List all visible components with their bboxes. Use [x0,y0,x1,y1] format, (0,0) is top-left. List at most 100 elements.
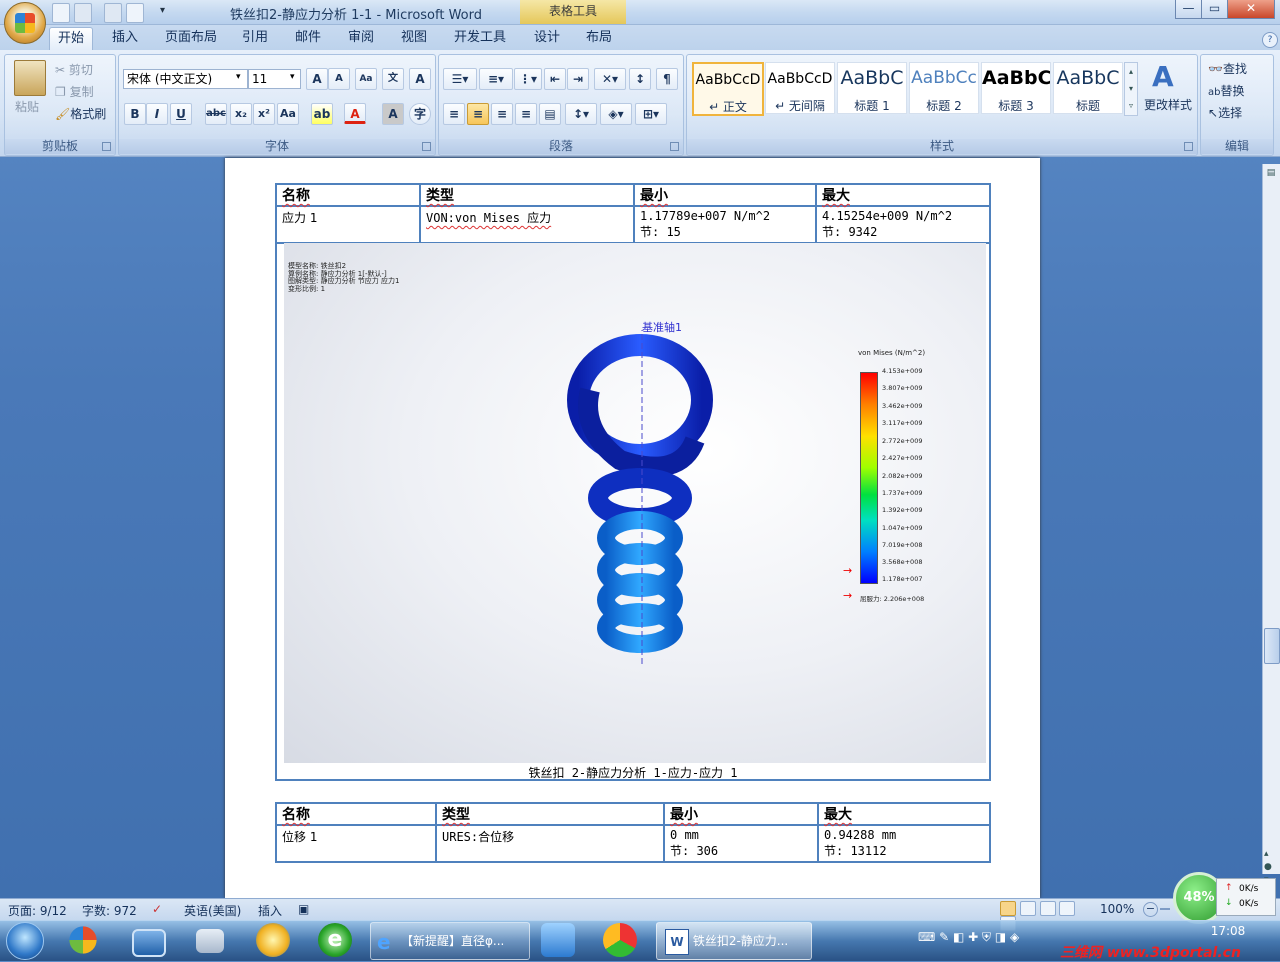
desktop-icon[interactable] [132,929,166,957]
distributed-icon[interactable]: ▤ [539,103,561,125]
table-cell[interactable]: VON:von Mises 应力 [419,205,635,244]
taskbar-browser-task[interactable]: e 【新提醒】直径φ... [370,922,530,960]
find-button[interactable]: 👓查找 [1208,60,1247,77]
tab-mailings[interactable]: 邮件 [287,27,329,49]
chevron-down-icon[interactable]: ▾ [236,72,241,82]
superscript-icon[interactable]: x² [253,103,275,125]
numbering-icon[interactable]: ≡▾ [479,68,513,90]
save-icon[interactable] [52,3,70,23]
multilevel-list-icon[interactable]: ⋮▾ [514,68,542,90]
char-border-icon[interactable]: A [409,68,431,90]
chrome-icon[interactable] [603,923,637,957]
shading-icon[interactable]: ◈▾ [600,103,632,125]
app-icon[interactable] [256,923,290,957]
table-cell[interactable]: URES:合位移 [435,824,665,863]
tab-design[interactable]: 设计 [526,27,568,49]
clear-format-icon[interactable]: Aa [355,68,377,90]
clock[interactable]: 17:08 [1198,924,1258,938]
tab-insert[interactable]: 插入 [104,27,146,49]
font-color-icon[interactable]: A [344,103,366,124]
zoom-out-icon[interactable]: − [1143,902,1158,917]
style-title[interactable]: AaBbC 标题 [1053,62,1123,114]
decrease-indent-icon[interactable]: ⇤ [544,68,566,90]
cut-button[interactable]: ✂ 剪切 [55,61,93,78]
char-shading-icon[interactable]: A [382,103,404,125]
style-heading-3[interactable]: AaBbC 标题 3 [981,62,1051,114]
scrollbar-thumb[interactable] [1264,628,1280,664]
style-heading-2[interactable]: AaBbCc 标题 2 [909,62,979,114]
maximize-button[interactable]: ▭ [1201,0,1228,19]
start-button[interactable] [6,922,44,960]
help-icon[interactable]: ? [1262,32,1278,48]
line-spacing-icon[interactable]: ↕▾ [565,103,597,125]
copy-button[interactable]: ❐ 复制 [55,83,94,100]
outline-icon[interactable] [1059,901,1076,916]
dialog-launcher-icon[interactable] [422,142,431,151]
table-cell[interactable]: 4.15254e+009 N/m^2 节: 9342 [815,205,991,244]
table-cell[interactable]: 应力 1 [275,205,421,244]
change-case-icon[interactable]: Aa [277,103,299,125]
change-styles-icon[interactable]: A [1152,60,1174,93]
justify-icon[interactable]: ≡ [515,103,537,125]
paste-icon[interactable] [14,60,46,96]
insert-mode[interactable]: 插入 [258,902,282,919]
web-layout-icon[interactable] [1039,901,1056,916]
italic-icon[interactable]: I [146,103,168,125]
table-cell[interactable]: 位移 1 [275,824,437,863]
close-button[interactable]: ✕ [1227,0,1275,19]
dialog-launcher-icon[interactable] [670,142,679,151]
style-no-spacing[interactable]: AaBbCcD ↵ 无间隔 [765,62,835,114]
align-center-icon[interactable]: ≡ [467,103,489,125]
table-cell[interactable]: 0.94288 mm 节: 13112 [817,824,991,863]
minimize-button[interactable]: — [1175,0,1202,19]
strikethrough-icon[interactable]: abc [205,103,227,125]
table-cell[interactable]: 1.17789e+007 N/m^2 节: 15 [633,205,817,244]
style-normal[interactable]: AaBbCcD ↵ 正文 [692,62,764,116]
shrink-font-icon[interactable]: A [328,68,350,90]
highlight-icon[interactable]: ab [311,103,333,125]
phonetic-guide-icon[interactable]: 文 [382,68,404,90]
tray-icons[interactable]: ⌨ ✎ ◧ ✚ ⛨ ◨ ◈ [918,930,1019,945]
dialog-launcher-icon[interactable] [1184,142,1193,151]
tab-home[interactable]: 开始 [49,27,94,50]
qat-customize-icon[interactable]: ▾ [160,5,165,16]
vertical-scrollbar[interactable] [1262,164,1280,874]
tab-page-layout[interactable]: 页面布局 [157,27,225,49]
macro-record-icon[interactable]: ▣ [298,902,309,916]
taskbar-word-task[interactable]: W 铁丝扣2-静应力... [656,922,812,960]
bold-icon[interactable]: B [124,103,146,125]
office-app-icon[interactable] [69,926,97,954]
undo-icon[interactable] [74,3,92,23]
cloud-app-icon[interactable] [541,923,575,957]
change-styles-button[interactable]: 更改样式 [1144,96,1192,113]
paste-button[interactable]: 粘贴 [15,98,39,115]
subscript-icon[interactable]: x₂ [230,103,252,125]
increase-indent-icon[interactable]: ⇥ [567,68,589,90]
styles-scroll[interactable]: ▴ ▾ ▿ [1124,62,1138,116]
redo-icon[interactable] [104,3,122,23]
tab-layout[interactable]: 布局 [578,27,620,49]
align-left-icon[interactable]: ≡ [443,103,465,125]
browser-360-icon[interactable]: e [318,923,352,957]
grow-font-icon[interactable]: A [306,68,328,90]
enclose-char-icon[interactable]: 字 [409,103,431,125]
zoom-level[interactable]: 100% [1100,902,1134,916]
office-button[interactable] [4,2,46,44]
window-switch-icon[interactable] [196,929,224,953]
tab-view[interactable]: 视图 [393,27,435,49]
ruler-toggle-icon[interactable]: ▤ [1264,168,1278,182]
zoom-slider[interactable] [1160,908,1170,910]
chinese-layout-icon[interactable]: ✕▾ [594,68,626,90]
dialog-launcher-icon[interactable] [102,142,111,151]
format-painter-button[interactable]: 🖌格式刷 [55,105,106,122]
tab-references[interactable]: 引用 [234,27,276,49]
show-marks-icon[interactable]: ¶ [656,68,678,90]
font-name-box[interactable]: 宋体 (中文正文) [123,69,248,89]
page-count[interactable]: 页面: 9/12 [8,902,67,919]
borders-icon[interactable]: ⊞▾ [635,103,667,125]
replace-button[interactable]: ab替换 [1208,82,1245,99]
tab-review[interactable]: 审阅 [340,27,382,49]
proofing-icon[interactable]: ✓ [152,902,162,916]
underline-icon[interactable]: U [170,103,192,125]
sort-icon[interactable]: ↕ [629,68,651,90]
